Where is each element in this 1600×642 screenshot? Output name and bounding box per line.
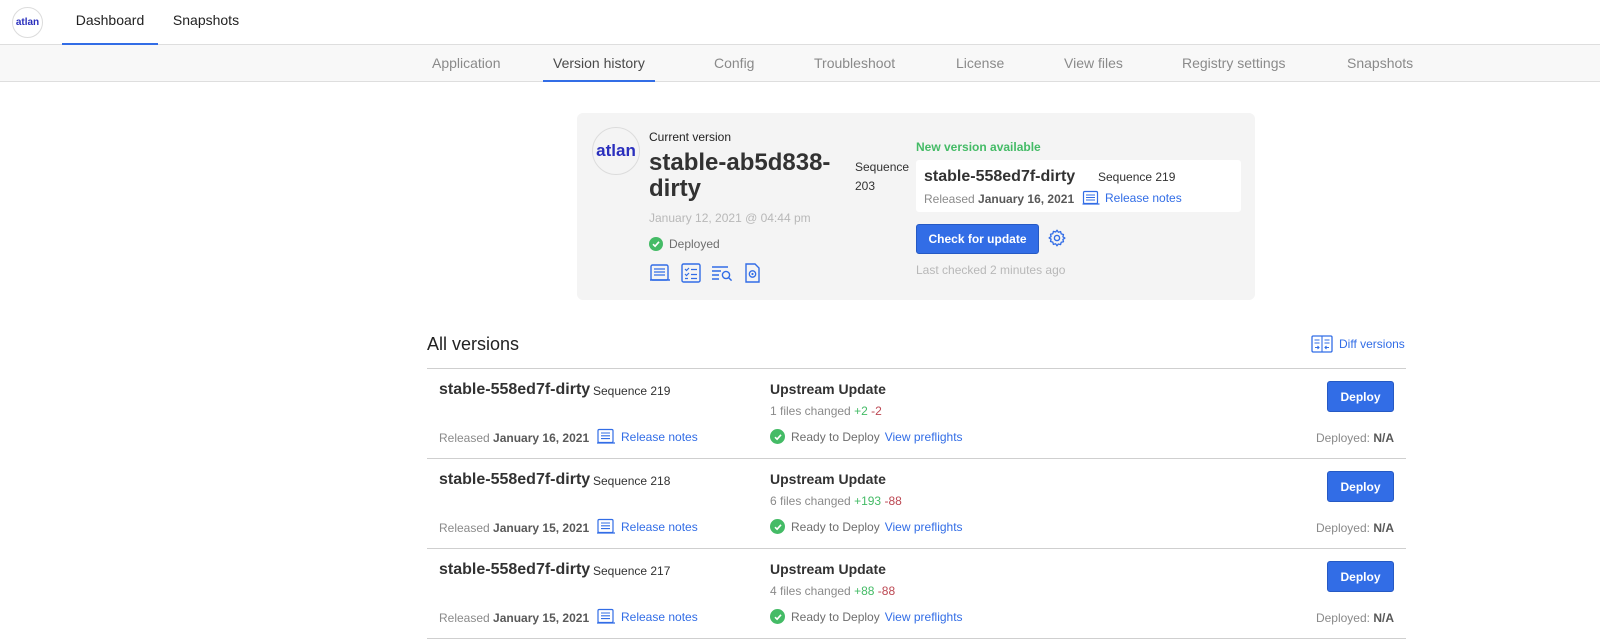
- version-sequence: Sequence 219: [593, 384, 671, 398]
- deploy-button[interactable]: Deploy: [1327, 471, 1394, 502]
- release-notes-icon: [597, 608, 615, 624]
- tab-dashboard[interactable]: Dashboard: [62, 0, 158, 45]
- logs-search-icon[interactable]: [711, 263, 733, 283]
- files-changed: 4 files changed +88 -88: [770, 584, 896, 598]
- version-released: Released January 15, 2021: [439, 521, 590, 535]
- current-version-label: Current version: [649, 130, 732, 144]
- app-logo-large: atlan: [592, 127, 640, 175]
- release-notes-link[interactable]: Release notes: [596, 518, 698, 535]
- new-version-box: stable-558ed7f-dirty Sequence 219 Releas…: [916, 160, 1241, 212]
- preflight-status: Ready to Deploy View preflights: [770, 429, 963, 444]
- subtab-snapshots[interactable]: Snapshots: [1347, 45, 1413, 82]
- deploy-button[interactable]: Deploy: [1327, 561, 1394, 592]
- last-checked-text: Last checked 2 minutes ago: [916, 263, 1066, 277]
- check-for-update-button[interactable]: Check for update: [916, 224, 1039, 254]
- gear-icon[interactable]: [1048, 229, 1066, 247]
- current-version-title: stable-ab5d838-dirty: [649, 149, 831, 202]
- checklist-icon[interactable]: [680, 263, 702, 283]
- subtab-view-files[interactable]: View files: [1064, 45, 1123, 82]
- version-title: stable-558ed7f-dirty: [439, 561, 591, 578]
- subtab-license[interactable]: License: [956, 45, 1004, 82]
- release-notes-icon: [597, 518, 615, 534]
- check-circle-icon: [770, 609, 785, 624]
- app-logo[interactable]: atlan: [12, 7, 43, 38]
- files-changed: 6 files changed +193 -88: [770, 494, 902, 508]
- version-sequence: Sequence 217: [593, 564, 671, 578]
- deployed-status: Deployed: N/A: [1315, 521, 1394, 535]
- version-released: Released January 15, 2021: [439, 611, 590, 625]
- current-version-date: January 12, 2021 @ 04:44 pm: [649, 211, 811, 225]
- preflight-status: Ready to Deploy View preflights: [770, 609, 963, 624]
- version-row: stable-558ed7f-dirty Sequence 219 Releas…: [427, 369, 1406, 459]
- subtab-version-history[interactable]: Version history: [543, 45, 655, 82]
- all-versions-title: All versions: [427, 334, 520, 354]
- version-sequence: Sequence 218: [593, 474, 671, 488]
- new-version-released: Released January 16, 2021: [924, 192, 1075, 206]
- check-circle-icon: [770, 519, 785, 534]
- subtab-config[interactable]: Config: [714, 45, 754, 82]
- deploy-status-label: Deployed: [669, 237, 720, 251]
- view-preflights-link[interactable]: View preflights: [885, 430, 963, 444]
- config-file-icon[interactable]: [742, 263, 764, 283]
- current-version-card: atlan Current version stable-ab5d838-dir…: [577, 113, 1255, 300]
- files-changed: 1 files changed +2 -2: [770, 404, 882, 418]
- subtab-registry-settings[interactable]: Registry settings: [1182, 45, 1285, 82]
- release-notes-icon: [1082, 190, 1100, 205]
- version-row: stable-558ed7f-dirty Sequence 217 Releas…: [427, 549, 1406, 639]
- current-version-sequence: Sequence 203: [855, 160, 910, 193]
- version-title: stable-558ed7f-dirty: [439, 471, 591, 488]
- version-row: stable-558ed7f-dirty Sequence 218 Releas…: [427, 459, 1406, 549]
- current-version-actions: [649, 263, 764, 283]
- new-version-sequence: Sequence 219: [1098, 170, 1176, 184]
- version-source: Upstream Update: [770, 381, 886, 397]
- diff-icon: [1311, 335, 1333, 353]
- release-notes-icon: [597, 428, 615, 444]
- release-notes-link[interactable]: Release notes: [596, 428, 698, 445]
- tab-snapshots[interactable]: Snapshots: [166, 0, 246, 45]
- subtab-troubleshoot[interactable]: Troubleshoot: [814, 45, 895, 82]
- version-source: Upstream Update: [770, 471, 886, 487]
- version-title: stable-558ed7f-dirty: [439, 381, 591, 398]
- top-nav: atlan Dashboard Snapshots: [0, 0, 1600, 45]
- new-version-label: New version available: [916, 140, 1041, 154]
- diff-versions-link[interactable]: Diff versions: [1311, 335, 1405, 353]
- check-circle-icon: [649, 237, 663, 251]
- deploy-button[interactable]: Deploy: [1327, 381, 1394, 412]
- view-preflights-link[interactable]: View preflights: [885, 520, 963, 534]
- version-released: Released January 16, 2021: [439, 431, 590, 445]
- deployed-status: Deployed: N/A: [1315, 431, 1394, 445]
- version-source: Upstream Update: [770, 561, 886, 577]
- check-circle-icon: [770, 429, 785, 444]
- sub-nav: Application Version history Config Troub…: [0, 45, 1600, 82]
- deploy-status: Deployed: [649, 237, 720, 251]
- release-notes-icon[interactable]: [649, 263, 671, 283]
- new-version-release-notes-link[interactable]: Release notes: [1082, 190, 1182, 206]
- view-preflights-link[interactable]: View preflights: [885, 610, 963, 624]
- deployed-status: Deployed: N/A: [1315, 611, 1394, 625]
- new-version-title: stable-558ed7f-dirty: [924, 168, 1076, 185]
- preflight-status: Ready to Deploy View preflights: [770, 519, 963, 534]
- subtab-application[interactable]: Application: [432, 45, 501, 82]
- release-notes-link[interactable]: Release notes: [596, 608, 698, 625]
